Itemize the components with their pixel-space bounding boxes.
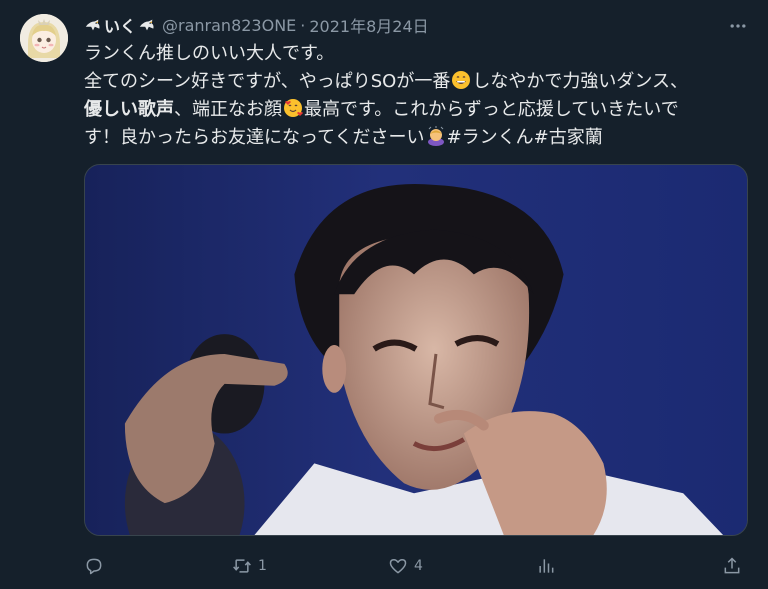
hashtag-link[interactable]: #古家蘭 xyxy=(534,127,603,148)
tweet-actions: 1 4 xyxy=(84,552,748,580)
text-segment: 全てのシーン好きですが、やっぱりSOが一番 xyxy=(84,71,451,92)
tweet-line: ランくん推しのいい大人です。 xyxy=(84,40,744,68)
tweet-line: 全てのシーン好きですが、やっぱりSOが一番 しなやかで力強いダンス、 xyxy=(84,68,744,96)
hashtag-link[interactable]: #ランくん xyxy=(447,127,534,148)
avatar[interactable] xyxy=(20,14,68,62)
text-segment: 最高です。これからずっと応援していきたいで xyxy=(304,99,679,120)
tweet-header: いく @ranran823ONE · 2021年8月24日 xyxy=(84,12,429,38)
like-count: 4 xyxy=(414,558,423,574)
person-bowing-icon xyxy=(427,126,444,146)
smiling-face-hearts-icon xyxy=(284,99,303,117)
reply-button[interactable] xyxy=(84,556,104,576)
more-options-button[interactable] xyxy=(726,14,750,38)
grinning-face-icon xyxy=(452,71,471,89)
views-icon xyxy=(539,559,554,573)
display-name-text: いく xyxy=(104,17,137,36)
heart-icon xyxy=(389,559,407,574)
display-name[interactable]: いく xyxy=(84,13,156,37)
text-segment: ランくん推しのいい大人です。 xyxy=(84,43,335,64)
tweet-date[interactable]: 2021年8月24日 xyxy=(309,13,428,37)
tweet-line: 優しい歌声、端正なお顔 最高です。これからずっと応援していきたいで xyxy=(84,96,744,124)
tweet-photo[interactable] xyxy=(84,164,748,536)
more-icon xyxy=(730,24,746,28)
retweet-icon xyxy=(233,559,251,573)
separator: · xyxy=(300,15,306,35)
avatar-illustration-icon xyxy=(20,14,68,62)
tweet[interactable]: いく @ranran823ONE · 2021年8月24日 ランくん推しのいい大… xyxy=(0,0,768,589)
views-button[interactable] xyxy=(536,556,556,576)
text-segment-bold: 優しい歌声 xyxy=(84,99,174,120)
text-segment: す！良かったらお友達になってくださーい xyxy=(84,127,425,148)
share-icon xyxy=(724,557,740,574)
like-button[interactable]: 4 xyxy=(388,556,423,576)
photo-icon xyxy=(85,165,747,535)
tweet-line: す！良かったらお友達になってくださーい #ランくん#古家蘭 xyxy=(84,124,744,152)
reply-icon xyxy=(86,558,102,575)
eagle-icon xyxy=(85,19,100,31)
retweet-button[interactable]: 1 xyxy=(232,556,267,576)
tweet-text: ランくん推しのいい大人です。 全てのシーン好きですが、やっぱりSOが一番 しなやか… xyxy=(84,40,744,152)
eagle-icon xyxy=(139,19,154,31)
handle[interactable]: @ranran823ONE xyxy=(162,16,296,35)
text-segment: 、端正なお顔 xyxy=(174,99,282,120)
text-segment: しなやかで力強いダンス、 xyxy=(472,71,688,92)
retweet-count: 1 xyxy=(258,558,267,574)
share-button[interactable] xyxy=(722,556,742,576)
